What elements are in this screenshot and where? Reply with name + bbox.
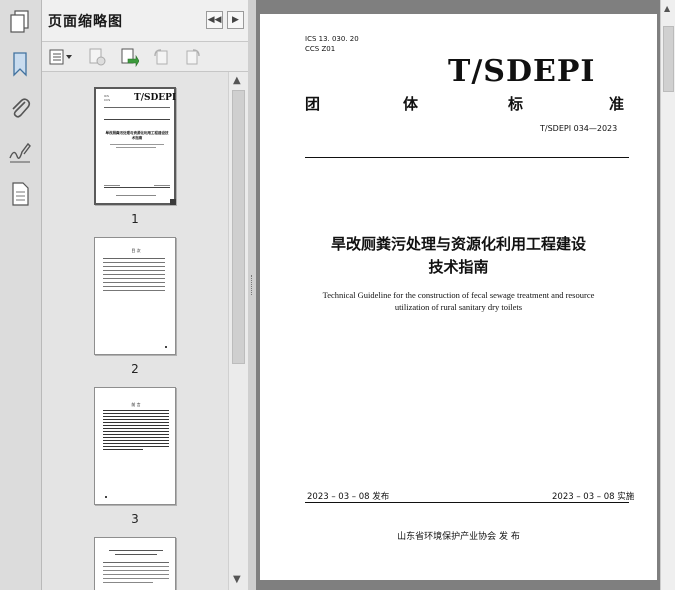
insert-pages-button[interactable] <box>118 47 140 67</box>
thumbnail-toolbar <box>42 42 248 72</box>
panel-title: 页面缩略图 <box>48 14 123 30</box>
ics-code: ICS 13. 030. 20 <box>305 35 359 43</box>
rotate-left-button[interactable] <box>150 47 172 67</box>
pdf-reader-window: 页面缩略图 ◀◀ ▶ ICS CCS T/SDEPI 旱改厕粪污处理与资源化利用… <box>0 0 675 590</box>
double-left-arrow-icon: ◀◀ <box>207 15 222 25</box>
scrollbar-thumb[interactable] <box>663 26 674 92</box>
thumb-title: 旱改厕粪污处理与资源化利用工程建设技术指南 <box>105 131 169 140</box>
thumbnail-label-1: 1 <box>131 212 139 226</box>
delete-pages-button[interactable] <box>86 47 108 67</box>
rotate-right-icon <box>186 49 200 65</box>
options-list-icon <box>49 49 72 65</box>
scroll-up-icon[interactable]: ▲ <box>233 75 241 86</box>
thumbnail-panel: 页面缩略图 ◀◀ ▶ ICS CCS T/SDEPI 旱改厕粪污处理与资源化利用… <box>42 0 248 590</box>
page-thumbnail-3[interactable]: 前 言 <box>94 387 176 505</box>
rotate-left-icon <box>154 49 168 65</box>
implement-date: 2023 – 03 – 08 实施 <box>552 492 635 502</box>
document-title-line1: 旱改厕粪污处理与资源化利用工程建设 <box>330 235 586 253</box>
rotate-right-button[interactable] <box>182 47 204 67</box>
thumbnail-list: ICS CCS T/SDEPI 旱改厕粪污处理与资源化利用工程建设技术指南 1 目… <box>42 72 228 590</box>
delete-page-icon <box>89 48 106 66</box>
standard-type-char: 准 <box>609 95 625 113</box>
publish-date: 2023 – 03 – 08 发布 <box>307 492 390 502</box>
standard-number: T/SDEPI 034—2023 <box>540 124 618 133</box>
thumbnail-scrollbar[interactable]: ▲ ▼ <box>228 72 248 590</box>
standard-type-char: 标 <box>508 95 524 113</box>
document-title-line2: 技术指南 <box>428 258 489 276</box>
standard-type-char: 体 <box>403 95 419 113</box>
ccs-code: CCS Z01 <box>305 45 336 53</box>
scroll-down-icon[interactable]: ▼ <box>233 574 241 585</box>
attachments-icon[interactable] <box>6 94 34 122</box>
footer-rule <box>305 502 629 503</box>
page-thumbnail-1[interactable]: ICS CCS T/SDEPI 旱改厕粪污处理与资源化利用工程建设技术指南 <box>94 87 176 205</box>
insert-page-icon <box>121 48 139 67</box>
thumb-heading: 目 次 <box>131 248 141 253</box>
thumb-logo: T/SDEPI <box>134 93 177 103</box>
signatures-icon[interactable] <box>6 138 34 166</box>
scroll-up-icon[interactable]: ▲ <box>664 4 670 13</box>
document-page: ICS 13. 030. 20 CCS Z01 T/SDEPI 团 体 标 准 … <box>260 14 657 580</box>
panel-splitter[interactable] <box>248 0 256 590</box>
page-thumbnail-4[interactable] <box>94 537 176 590</box>
thumbnail-label-3: 3 <box>131 512 139 526</box>
document-view: ICS 13. 030. 20 CCS Z01 T/SDEPI 团 体 标 准 … <box>256 0 660 590</box>
document-layers-icon[interactable] <box>6 180 34 208</box>
standard-logo: T/SDEPI <box>448 54 596 89</box>
standard-type-char: 团 <box>305 95 321 113</box>
thumb-heading: 前 言 <box>131 402 141 407</box>
collapse-panel-button[interactable]: ◀◀ <box>206 11 223 29</box>
right-arrow-icon: ▶ <box>232 15 239 25</box>
panel-menu-button[interactable]: ▶ <box>227 11 244 29</box>
header-rule <box>305 157 629 158</box>
navigation-strip <box>0 0 42 590</box>
panel-header: 页面缩略图 ◀◀ ▶ <box>42 0 248 42</box>
english-title-line1: Technical Guideline for the construction… <box>322 290 595 300</box>
page-thumbnails-icon[interactable] <box>6 8 34 36</box>
thumbnail-label-2: 2 <box>131 362 139 376</box>
thumbnail-options-button[interactable] <box>48 47 74 67</box>
publisher: 山东省环境保护产业协会 发 布 <box>397 532 520 542</box>
document-scrollbar[interactable]: ▲ <box>660 0 675 590</box>
english-title-line2: utilization of rural sanitary dry toilet… <box>394 302 523 312</box>
page-thumbnail-2[interactable]: 目 次 <box>94 237 176 355</box>
scrollbar-thumb[interactable] <box>232 90 245 364</box>
bookmarks-icon[interactable] <box>6 50 34 78</box>
